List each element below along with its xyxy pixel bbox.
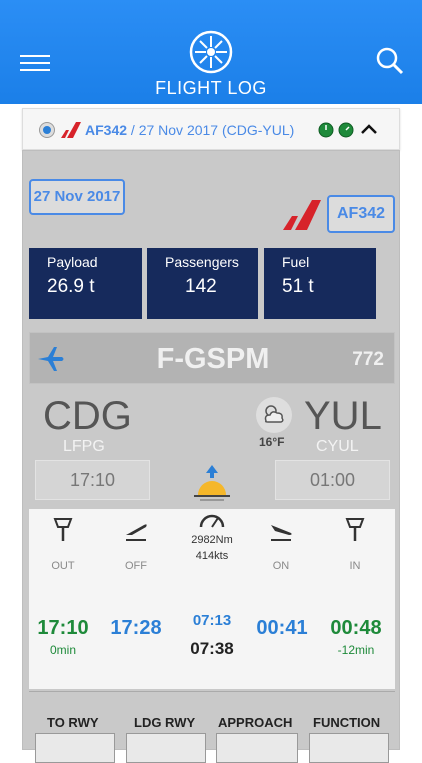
fuel-stat: Fuel 51 t bbox=[264, 248, 376, 319]
in-time: 00:48 bbox=[330, 617, 382, 639]
flight-number: AF342 bbox=[85, 122, 128, 138]
distance: 2982Nm bbox=[191, 534, 233, 546]
event-label: OUT bbox=[51, 560, 75, 572]
to-rwy-label: TO RWY bbox=[47, 715, 99, 730]
search-icon[interactable] bbox=[376, 47, 404, 75]
out-time: 17:10 bbox=[37, 617, 89, 639]
takeoff-icon bbox=[126, 524, 147, 541]
origin-icao: LFPG bbox=[63, 438, 105, 455]
event-label: ON bbox=[272, 560, 290, 572]
stopwatch-icon[interactable] bbox=[318, 122, 334, 138]
airborne-time: 07:13 bbox=[192, 612, 232, 629]
stopwatch-icon[interactable] bbox=[338, 122, 354, 138]
block-time: 07:38 bbox=[190, 639, 234, 658]
turbine-logo-icon bbox=[189, 30, 233, 74]
flight-number-button[interactable]: AF342 bbox=[327, 195, 395, 233]
ldg-rwy-button[interactable] bbox=[126, 733, 206, 763]
function-label: FUNCTION bbox=[313, 715, 381, 730]
aircraft-number: 772 bbox=[352, 349, 384, 370]
approach-label: APPROACH bbox=[218, 715, 293, 730]
divider bbox=[29, 691, 395, 692]
event-off[interactable]: OFF bbox=[106, 517, 166, 572]
flight-events-panel: OUT OFF 2982Nm 414kts ON IN 17:10 0min 1… bbox=[29, 509, 395, 689]
airline-logo-icon bbox=[283, 200, 321, 230]
destination-code: YUL bbox=[304, 394, 382, 438]
app-header: FLIGHT LOG bbox=[0, 0, 422, 104]
origin-code: CDG bbox=[43, 394, 132, 438]
control-tower-icon bbox=[345, 518, 365, 541]
weather-icon bbox=[256, 397, 292, 433]
landing-icon bbox=[271, 525, 292, 541]
speed: 414kts bbox=[195, 550, 229, 562]
chevron-up-icon[interactable] bbox=[360, 123, 378, 135]
origin-time[interactable]: 17:10 bbox=[35, 460, 150, 500]
airline-logo-icon bbox=[61, 122, 81, 138]
control-tower-icon bbox=[53, 518, 73, 541]
stat-value: 26.9 t bbox=[47, 276, 95, 297]
flight-summary-bar[interactable]: AF342 / 27 Nov 2017 (CDG-YUL) bbox=[22, 108, 400, 150]
event-label: IN bbox=[349, 560, 361, 572]
stat-value: 51 t bbox=[282, 276, 314, 297]
stat-label: Passengers bbox=[165, 254, 239, 270]
stat-label: Fuel bbox=[282, 254, 310, 270]
event-out[interactable]: OUT bbox=[33, 517, 93, 572]
distance-speed: 2982Nm 414kts bbox=[182, 509, 242, 562]
flight-summary: / 27 Nov 2017 (CDG-YUL) bbox=[127, 122, 295, 138]
event-label: OFF bbox=[125, 560, 147, 572]
passengers-stat: Passengers 142 bbox=[147, 248, 258, 319]
out-delay: 0min bbox=[49, 643, 76, 657]
aircraft-registration: F-GSPM bbox=[156, 343, 270, 375]
approach-button[interactable] bbox=[216, 733, 298, 763]
speedometer-icon bbox=[199, 514, 225, 528]
event-in[interactable]: IN bbox=[325, 517, 385, 572]
temperature: 16°F bbox=[259, 435, 285, 449]
ldg-rwy-label: LDG RWY bbox=[134, 715, 196, 730]
off-time: 17:28 bbox=[110, 617, 162, 639]
date-button[interactable]: 27 Nov 2017 bbox=[29, 179, 125, 215]
in-delay: -12min bbox=[337, 643, 375, 657]
sunrise-icon bbox=[194, 465, 230, 501]
stat-value: 142 bbox=[185, 276, 217, 297]
airport-icon bbox=[39, 122, 55, 138]
flight-card: 27 Nov 2017 AF342 Payload 26.9 t Passeng… bbox=[22, 150, 401, 763]
event-on[interactable]: ON bbox=[251, 517, 311, 572]
payload-stat: Payload 26.9 t bbox=[29, 248, 142, 319]
on-time: 00:41 bbox=[256, 617, 308, 639]
to-rwy-button[interactable] bbox=[35, 733, 115, 763]
runway-section: TO RWY LDG RWY APPROACH FUNCTION bbox=[23, 711, 401, 763]
app-title: FLIGHT LOG bbox=[155, 78, 267, 98]
destination-time[interactable]: 01:00 bbox=[275, 460, 390, 500]
function-button[interactable] bbox=[309, 733, 389, 763]
stat-label: Payload bbox=[47, 254, 98, 270]
flight-summary-text: AF342 / 27 Nov 2017 (CDG-YUL) bbox=[85, 122, 294, 138]
aircraft-registration-bar[interactable]: F-GSPM 772 bbox=[29, 332, 395, 384]
destination-icao: CYUL bbox=[316, 438, 359, 455]
menu-icon[interactable] bbox=[20, 55, 50, 71]
